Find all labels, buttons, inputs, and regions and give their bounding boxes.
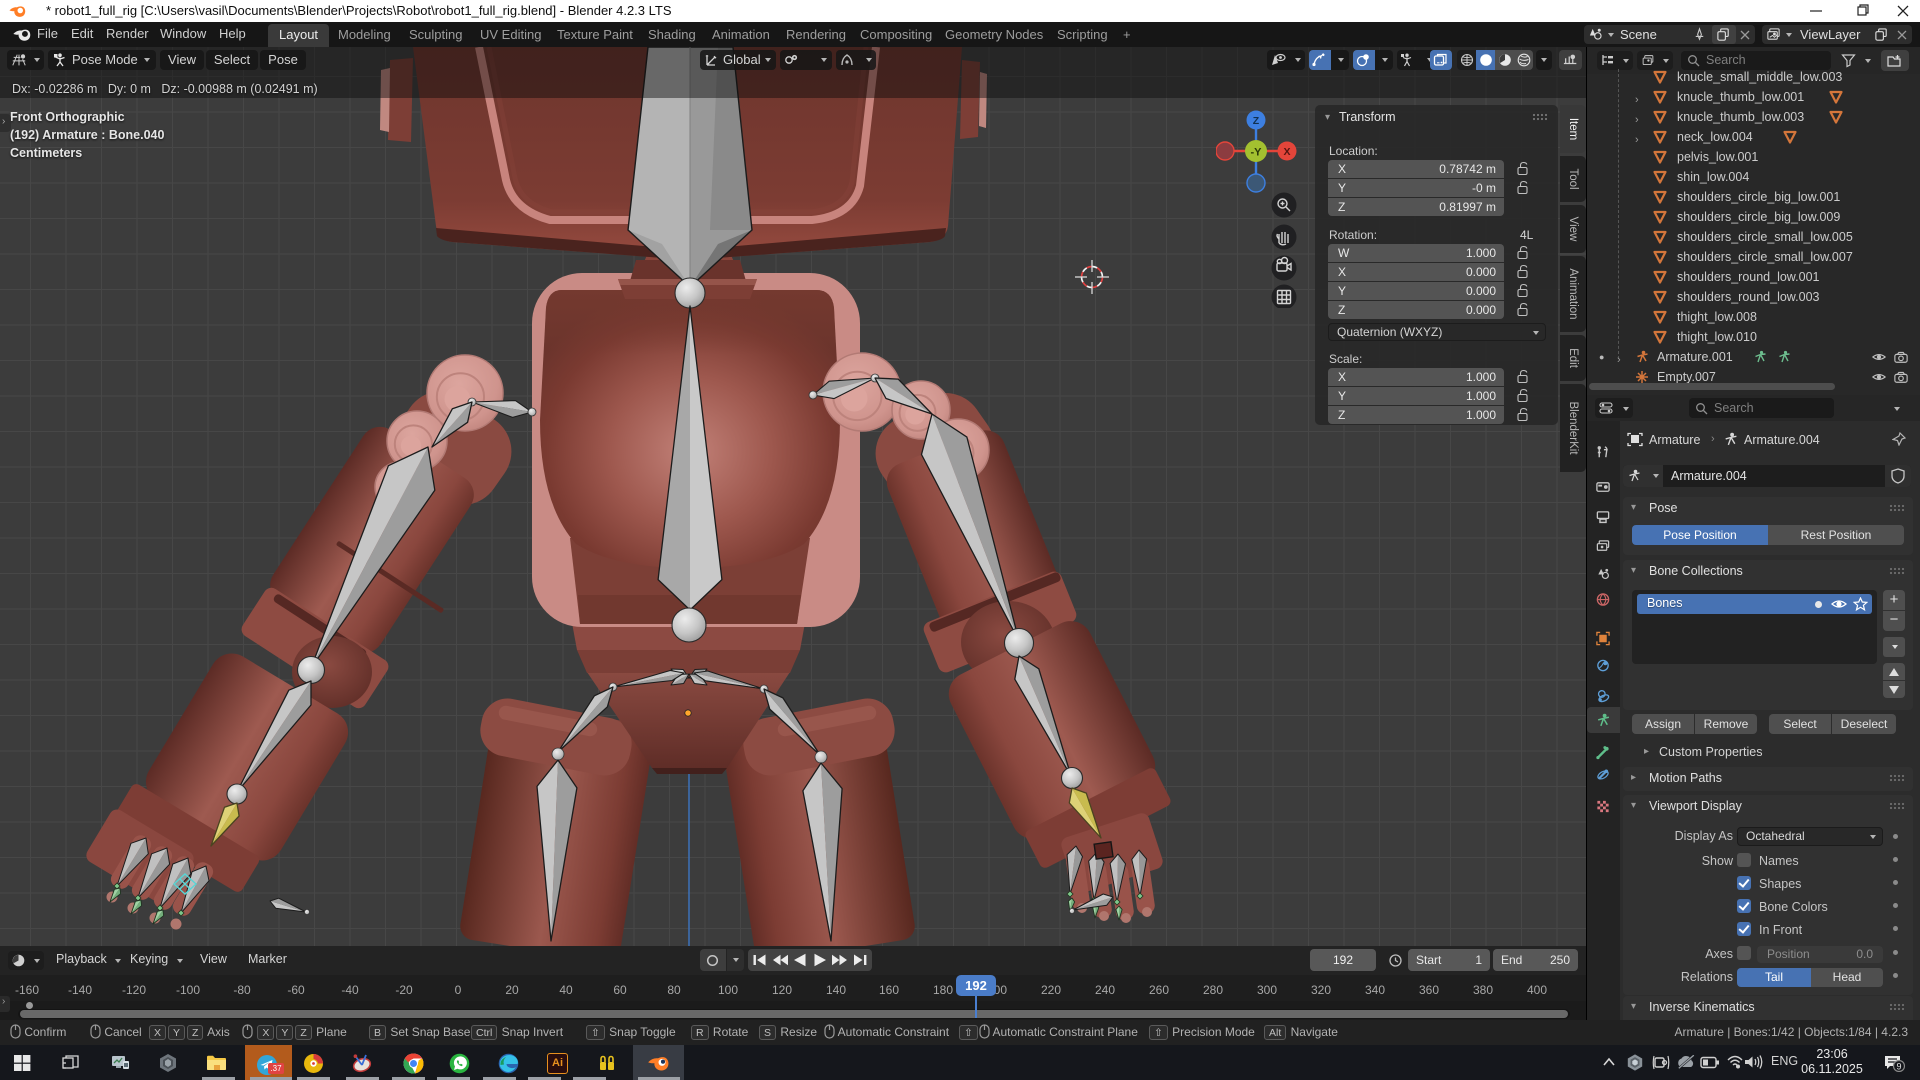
svg-text:X: X <box>1283 146 1290 158</box>
svg-text:-Y: -Y <box>1251 147 1263 159</box>
svg-text:9: 9 <box>1896 1062 1901 1072</box>
svg-text:Z: Z <box>1253 115 1260 127</box>
